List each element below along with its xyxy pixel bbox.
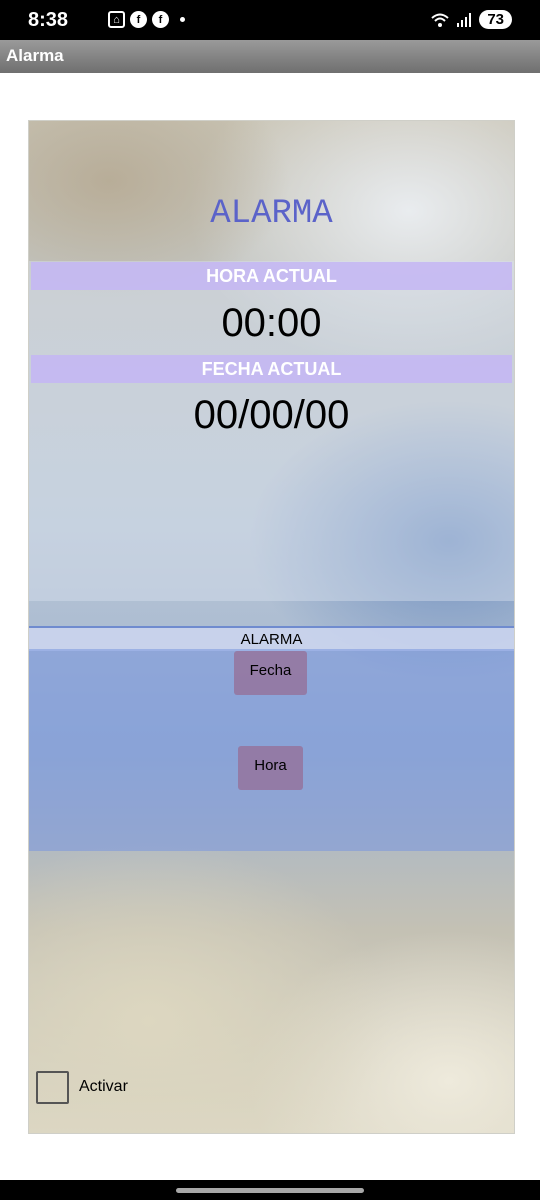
system-icons: 73	[431, 10, 512, 29]
status-bar: 8:38 ⌂ f f 73	[0, 0, 540, 40]
current-date-value: 00/00/00	[193, 393, 350, 437]
facebook-icon: f	[130, 11, 147, 28]
current-time-label: HORA ACTUAL	[31, 262, 512, 290]
facebook-icon: f	[152, 11, 169, 28]
alarm-panel: ALARMA HORA ACTUAL 00:00 FECHA ACTUAL 00…	[28, 120, 515, 1134]
current-time-value: 00:00	[221, 301, 322, 345]
app-bar: Alarma	[0, 40, 540, 73]
wifi-icon	[431, 13, 449, 27]
alarm-section-label: ALARMA	[29, 626, 514, 651]
status-time: 8:38	[28, 9, 69, 31]
signal-icon	[457, 12, 472, 27]
current-date-label: FECHA ACTUAL	[31, 355, 512, 383]
notification-icons: ⌂ f f	[108, 11, 185, 28]
navigation-bar	[0, 1180, 540, 1200]
dot-icon	[180, 17, 185, 22]
time-button[interactable]: Hora	[238, 746, 303, 790]
page-title: ALARMA	[210, 195, 333, 233]
activate-checkbox[interactable]	[36, 1071, 69, 1104]
home-gesture-handle[interactable]	[176, 1188, 364, 1193]
date-button[interactable]: Fecha	[234, 651, 307, 695]
home-icon: ⌂	[108, 11, 125, 28]
activate-label: Activar	[79, 1078, 128, 1095]
battery-icon: 73	[479, 10, 512, 29]
app-title: Alarma	[6, 46, 64, 65]
